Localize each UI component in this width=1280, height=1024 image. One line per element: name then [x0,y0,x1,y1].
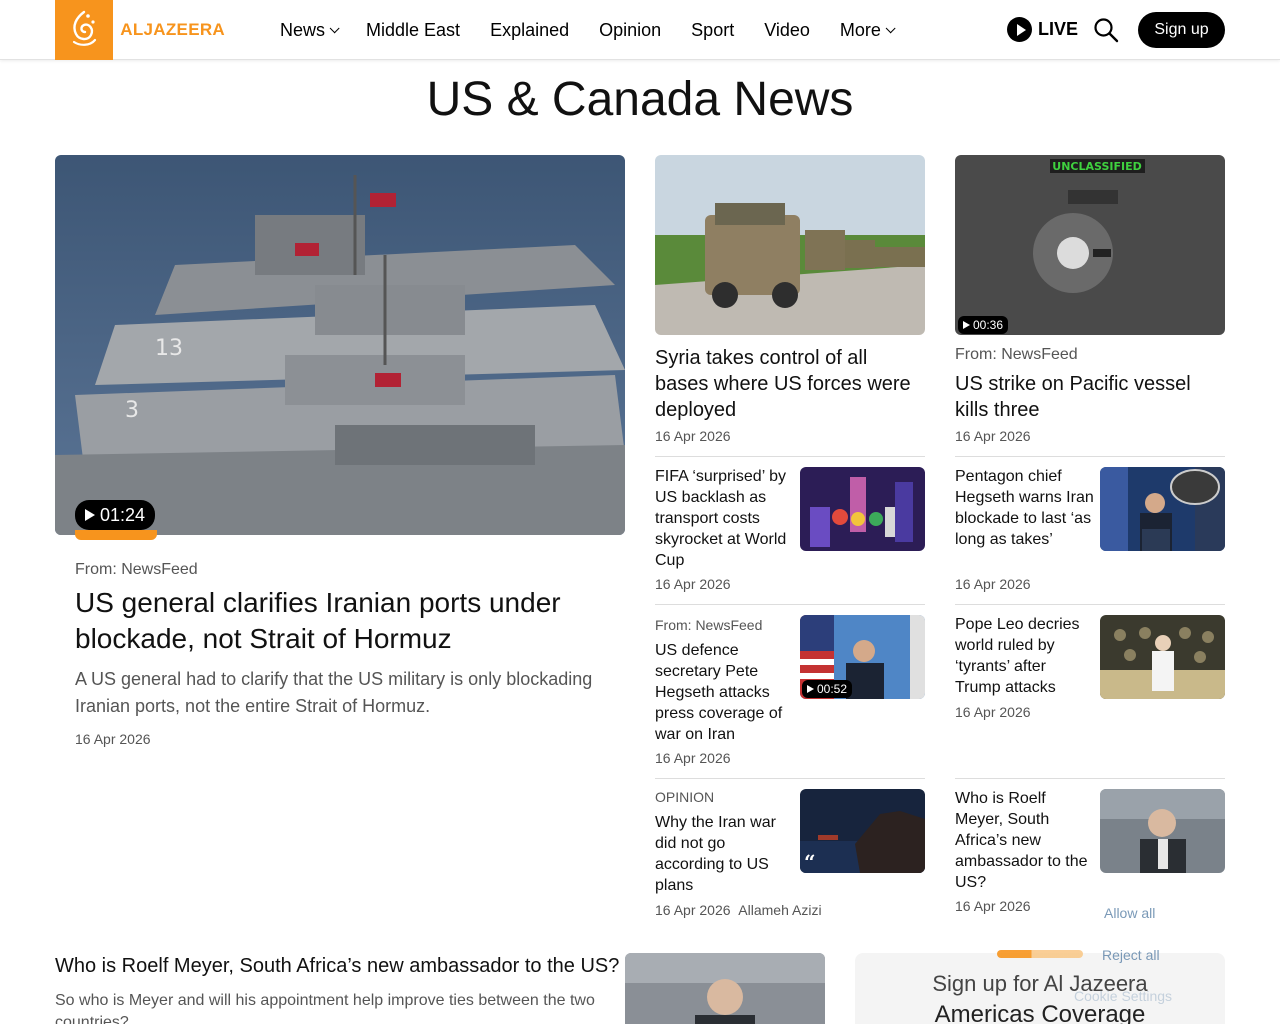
search-icon[interactable] [1093,17,1119,43]
featured-date: 16 Apr 2026 [75,731,151,747]
divider [655,456,925,457]
divider [955,778,1225,779]
bottom-summary: So who is Meyer and will his appointment… [55,992,595,1024]
card-date: 16 Apr 2026 [955,428,1031,444]
duration-text: 00:36 [973,318,1004,332]
card-headline[interactable]: US defence secretary Pete Hegseth attack… [655,640,795,745]
card-thumbnail[interactable] [1100,615,1225,699]
card-source: From: NewsFeed [955,346,1078,363]
nav-sport[interactable]: Sport [691,20,734,41]
card-date-text: 16 Apr 2026 [655,902,731,918]
card-headline[interactable]: Pentagon chief Hegseth warns Iran blocka… [955,466,1095,550]
allow-all-cookies-button[interactable]: Allow all [1104,905,1155,921]
reject-all-cookies-button[interactable]: Reject all [1102,947,1160,963]
featured-image[interactable]: 13 3 [55,155,625,535]
page-title: US & Canada News [426,73,854,126]
nav-middle-east[interactable]: Middle East [366,20,460,41]
svg-text:3: 3 [125,398,139,423]
play-icon [963,321,970,329]
card-date: 16 Apr 2026 [955,704,1031,720]
featured-source: From: NewsFeed [75,561,198,578]
chevron-down-icon [885,22,896,33]
newsletter-subtitle: Americas Coverage [934,1001,1146,1024]
card-date: 16 Apr 2026 [955,898,1031,914]
main-nav: News Middle East Explained Opinion Sport… [280,0,922,60]
video-duration-badge: 00:36 [958,316,1009,334]
duration-text: 01:24 [100,504,146,525]
card-date: 16 Apr 2026 [955,576,1031,592]
svg-text:13: 13 [155,336,183,361]
divider [655,604,925,605]
card-image[interactable] [655,155,925,335]
featured-headline[interactable]: US general clarifies Iranian ports under… [75,585,605,657]
card-image[interactable]: UNCLASSIFIED [955,155,1225,335]
nav-label: Sport [691,19,735,40]
card-thumbnail[interactable] [800,467,925,551]
divider [655,778,925,779]
divider [955,456,1225,457]
card-thumbnail[interactable] [800,789,925,873]
card-headline[interactable]: Why the Iran war did not go according to… [655,812,795,896]
video-duration-badge: 01:24 [75,500,156,530]
logo-wordmark: ALJAZEERA [120,20,225,39]
card-headline[interactable]: FIFA ‘surprised’ by US backlash as trans… [655,466,795,571]
card-headline[interactable]: US strike on Pacific vessel kills three [955,371,1225,423]
card-source: From: NewsFeed [655,617,763,633]
bottom-headline[interactable]: Who is Roelf Meyer, South Africa’s new a… [55,955,619,978]
card-date: 16 Apr 2026 [655,576,731,592]
aljazeera-logo[interactable]: ALJAZEERA [55,0,225,60]
image-overlay-label: UNCLASSIFIED [1052,160,1141,173]
video-progress-indicator [75,530,157,540]
card-author[interactable]: Allameh Azizi [738,902,821,918]
divider [955,604,1225,605]
card-thumbnail[interactable] [1100,467,1225,551]
nav-label: More [839,19,881,40]
live-label: LIVE [1038,19,1079,39]
cookie-settings-button[interactable]: Cookie Settings [1074,988,1172,1004]
opinion-quote-icon: “ [804,850,816,874]
nav-explained[interactable]: Explained [490,20,569,41]
bottom-thumbnail[interactable] [625,953,825,1024]
play-icon [807,685,814,693]
nav-news[interactable]: News [280,19,340,41]
play-icon [85,509,95,521]
card-headline[interactable]: Syria takes control of all bases where U… [655,345,925,423]
nav-more[interactable]: More [839,19,896,41]
logo-emblem-icon [55,0,114,60]
nav-label: Opinion [599,19,662,40]
nav-opinion[interactable]: Opinion [599,20,661,41]
play-icon [1007,17,1032,42]
card-source: OPINION [655,789,715,805]
card-headline[interactable]: Pope Leo decries world ruled by ‘tyrants… [955,614,1095,698]
nav-video[interactable]: Video [764,20,810,41]
nav-label: Middle East [366,19,461,40]
card-date: 16 Apr 2026 Allameh Azizi [655,902,822,918]
featured-summary: A US general had to clarify that the US … [75,669,593,716]
site-header: ALJAZEERA News Middle East Explained Opi… [0,0,1280,60]
nav-label: News [280,19,326,40]
video-duration-badge: 00:52 [802,680,853,698]
card-date: 16 Apr 2026 [655,750,731,766]
duration-text: 00:52 [817,682,848,696]
nav-label: Explained [490,19,570,40]
sign-up-button[interactable]: Sign up [1138,12,1225,48]
live-button[interactable]: LIVE [1007,17,1078,42]
nav-label: Video [764,19,810,40]
chevron-down-icon [329,22,340,33]
consent-progress-indicator [997,950,1083,958]
card-date: 16 Apr 2026 [655,428,731,444]
card-thumbnail[interactable] [1100,789,1225,873]
card-headline[interactable]: Who is Roelf Meyer, South Africa’s new a… [955,788,1095,893]
